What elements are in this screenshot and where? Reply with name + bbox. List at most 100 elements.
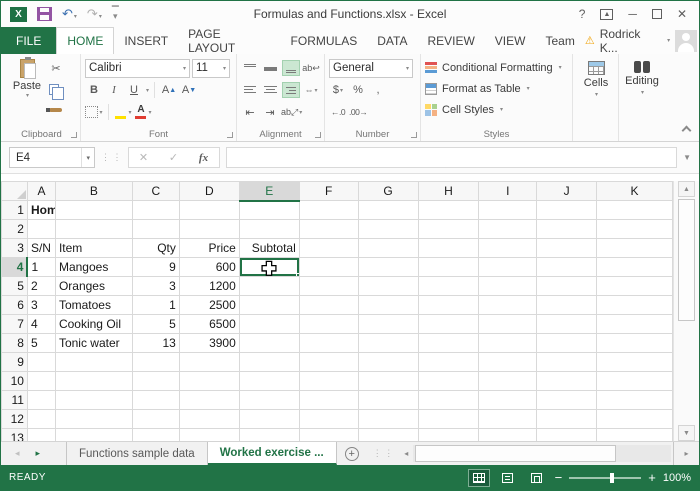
cell-E3[interactable]: Subtotal — [239, 239, 299, 258]
cell-I4[interactable] — [479, 258, 537, 277]
cell-C13[interactable] — [132, 429, 179, 442]
cell-F6[interactable] — [299, 296, 358, 315]
column-header-G[interactable]: G — [358, 182, 418, 201]
cell-D7[interactable]: 6500 — [179, 315, 239, 334]
percent-style-button[interactable]: % — [349, 81, 367, 99]
cell-C7[interactable]: 5 — [132, 315, 179, 334]
cell-K2[interactable] — [597, 220, 673, 239]
cell-K13[interactable] — [597, 429, 673, 442]
conditional-formatting-button[interactable]: Conditional Formatting▾ — [425, 57, 568, 78]
cell-J2[interactable] — [537, 220, 597, 239]
cell-C3[interactable]: Qty — [132, 239, 179, 258]
cell-F11[interactable] — [299, 391, 358, 410]
column-header-A[interactable]: A — [27, 182, 55, 201]
cell-A12[interactable] — [27, 410, 55, 429]
cell-B13[interactable] — [55, 429, 132, 442]
cell-H11[interactable] — [418, 391, 479, 410]
row-header-9[interactable]: 9 — [2, 353, 28, 372]
page-break-view-button[interactable] — [526, 469, 548, 487]
cell-H5[interactable] — [418, 277, 479, 296]
column-header-I[interactable]: I — [479, 182, 537, 201]
cell-K6[interactable] — [597, 296, 673, 315]
copy-button[interactable]: ▾ — [47, 80, 65, 98]
cell-E5[interactable] — [239, 277, 299, 296]
cell-C4[interactable]: 9 — [132, 258, 179, 277]
zoom-slider[interactable] — [569, 477, 641, 479]
cell-F9[interactable] — [299, 353, 358, 372]
cell-E1[interactable] — [239, 201, 299, 220]
cell-B10[interactable] — [55, 372, 132, 391]
tab-data[interactable]: DATA — [367, 27, 417, 54]
top-align-button[interactable] — [241, 60, 259, 76]
cell-B6[interactable]: Tomatoes — [55, 296, 132, 315]
help-button[interactable]: ? — [579, 7, 586, 21]
redo-button[interactable]: ↷▾ — [87, 5, 102, 23]
cell-C6[interactable]: 1 — [132, 296, 179, 315]
row-header-12[interactable]: 12 — [2, 410, 28, 429]
cell-G4[interactable] — [358, 258, 418, 277]
underline-dropdown-icon[interactable]: ▾ — [146, 87, 149, 94]
scroll-left-button[interactable]: ◂ — [399, 449, 413, 458]
cell-C9[interactable] — [132, 353, 179, 372]
cell-K11[interactable] — [597, 391, 673, 410]
fill-color-button[interactable]: ▾ — [114, 103, 132, 121]
cell-D2[interactable] — [179, 220, 239, 239]
font-dialog-launcher[interactable] — [227, 132, 233, 138]
cell-H9[interactable] — [418, 353, 479, 372]
zoom-level[interactable]: 100% — [663, 472, 691, 484]
cell-G1[interactable] — [358, 201, 418, 220]
cell-I7[interactable] — [479, 315, 537, 334]
minimize-button[interactable]: ─ — [628, 7, 637, 21]
excel-app-icon[interactable]: X — [10, 7, 27, 22]
select-all-corner[interactable] — [2, 182, 28, 201]
cell-B11[interactable] — [55, 391, 132, 410]
cell-K3[interactable] — [597, 239, 673, 258]
cell-I9[interactable] — [479, 353, 537, 372]
cell-H7[interactable] — [418, 315, 479, 334]
cell-K8[interactable] — [597, 334, 673, 353]
cell-D12[interactable] — [179, 410, 239, 429]
cell-F4[interactable] — [299, 258, 358, 277]
cell-I6[interactable] — [479, 296, 537, 315]
maximize-button[interactable] — [652, 9, 662, 19]
cell-K7[interactable] — [597, 315, 673, 334]
cell-G9[interactable] — [358, 353, 418, 372]
formula-input[interactable] — [226, 147, 678, 168]
cell-F1[interactable] — [299, 201, 358, 220]
cell-A4[interactable]: 1 — [27, 258, 55, 277]
row-header-6[interactable]: 6 — [2, 296, 28, 315]
sheet-tab-worked-exercise[interactable]: Worked exercise ... — [208, 442, 337, 465]
number-format-select[interactable]: General▾ — [329, 59, 413, 78]
cell-C1[interactable] — [132, 201, 179, 220]
cell-A10[interactable] — [27, 372, 55, 391]
cell-J6[interactable] — [537, 296, 597, 315]
fill-handle[interactable] — [296, 273, 300, 277]
cell-J12[interactable] — [537, 410, 597, 429]
cell-E8[interactable] — [239, 334, 299, 353]
name-box-dropdown-icon[interactable]: ▾ — [81, 148, 94, 167]
cut-button[interactable]: ✂ — [47, 59, 65, 77]
cell-D4[interactable]: 600 — [179, 258, 239, 277]
column-header-F[interactable]: F — [299, 182, 358, 201]
cell-I13[interactable] — [479, 429, 537, 442]
cell-D13[interactable] — [179, 429, 239, 442]
tabbar-grip[interactable]: ⋮ ⋮ — [367, 442, 400, 465]
cell-J5[interactable] — [537, 277, 597, 296]
cells-button[interactable]: Cells ▾ — [577, 57, 615, 98]
borders-button[interactable]: ▾ — [85, 103, 103, 121]
cell-A9[interactable] — [27, 353, 55, 372]
font-size-select[interactable]: 11▾ — [192, 59, 230, 78]
cell-B12[interactable] — [55, 410, 132, 429]
cell-G11[interactable] — [358, 391, 418, 410]
cell-E11[interactable] — [239, 391, 299, 410]
cell-E2[interactable] — [239, 220, 299, 239]
cell-G10[interactable] — [358, 372, 418, 391]
zoom-out-button[interactable]: − — [555, 471, 563, 484]
accounting-format-button[interactable]: $▾ — [329, 81, 347, 99]
ribbon-display-options-button[interactable]: ▲ — [600, 9, 613, 20]
column-header-J[interactable]: J — [537, 182, 597, 201]
alignment-dialog-launcher[interactable] — [315, 132, 321, 138]
enter-button[interactable]: ✓ — [159, 151, 189, 164]
scroll-down-button[interactable]: ▼ — [678, 425, 695, 441]
tab-view[interactable]: VIEW — [485, 27, 536, 54]
